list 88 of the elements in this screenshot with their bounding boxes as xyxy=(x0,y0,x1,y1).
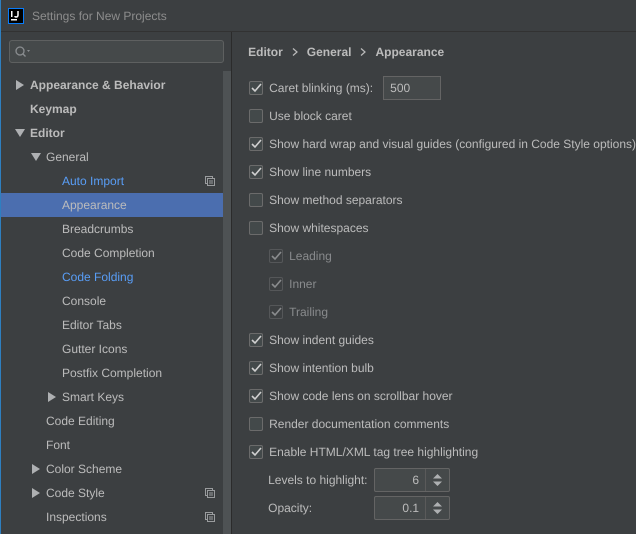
checkbox-label: Inner xyxy=(289,277,316,291)
tree-item[interactable]: Postfix Completion xyxy=(1,361,224,385)
checkbox[interactable] xyxy=(249,417,264,431)
tree-item[interactable]: Smart Keys xyxy=(1,385,224,409)
tree-item[interactable]: Keymap xyxy=(1,97,224,121)
checkbox-label: Show hard wrap and visual guides (configured in Code Style options) xyxy=(269,137,636,151)
checkbox-label: Show intention bulb xyxy=(269,361,374,375)
tree-item[interactable]: Editor Tabs xyxy=(1,313,224,337)
checkbox[interactable] xyxy=(249,221,264,235)
search-icon xyxy=(15,46,31,58)
tree-item[interactable]: Gutter Icons xyxy=(1,337,224,361)
tree-item[interactable]: Font xyxy=(1,433,224,457)
checkbox-label: Show line numbers xyxy=(269,165,372,179)
checkbox-label: Use block caret xyxy=(269,109,352,123)
tree-item[interactable]: Inspections xyxy=(1,505,224,529)
expanded-arrow-icon[interactable] xyxy=(31,152,41,162)
checkbox[interactable] xyxy=(249,165,264,179)
checkbox-label: Enable HTML/XML tag tree highlighting xyxy=(269,445,478,459)
tree-label: Code Folding xyxy=(62,270,134,284)
tree-item[interactable]: Appearance & Behavior xyxy=(1,73,224,97)
checkbox-label: Show whitespaces xyxy=(269,221,368,235)
tree-item[interactable]: Code Editing xyxy=(1,409,224,433)
number-spinner[interactable]: 6 xyxy=(374,468,450,492)
tree-label: Postfix Completion xyxy=(62,366,164,380)
tree-label: Code Editing xyxy=(46,414,116,428)
copy-icon xyxy=(205,488,216,498)
checkbox[interactable] xyxy=(249,445,264,459)
spinner-label: Opacity: xyxy=(268,501,314,515)
breadcrumb-item[interactable]: Appearance xyxy=(375,45,444,59)
checkbox[interactable] xyxy=(249,361,264,375)
breadcrumb-item[interactable]: General xyxy=(306,45,352,59)
tree-item[interactable]: Color Scheme xyxy=(1,457,224,481)
checkbox[interactable] xyxy=(249,137,264,151)
chevron-icon xyxy=(360,48,366,56)
copy-icon xyxy=(205,512,216,522)
checkbox-label: Leading xyxy=(289,249,332,263)
checkbox-label: Show method separators xyxy=(269,193,403,207)
tree-label: Keymap xyxy=(30,102,78,116)
tree-label: Breadcrumbs xyxy=(62,222,134,236)
tree-label: Console xyxy=(62,294,108,308)
tree-label: Inspections xyxy=(46,510,108,524)
breadcrumb-item[interactable]: Editor xyxy=(248,45,283,59)
up-down-arrows-icon[interactable] xyxy=(433,473,442,487)
checkbox-label: Render documentation comments xyxy=(269,417,450,431)
tree-item[interactable]: Console xyxy=(1,289,224,313)
tree-label: Code Style xyxy=(46,486,106,500)
tree-label: Smart Keys xyxy=(62,390,126,404)
search-field[interactable] xyxy=(9,40,224,63)
tree-label: Color Scheme xyxy=(46,462,124,476)
checkbox[interactable] xyxy=(249,193,264,207)
spinner-label: Levels to highlight: xyxy=(268,473,368,487)
tree-label: Auto Import xyxy=(62,174,126,188)
tree-label: Gutter Icons xyxy=(62,342,128,356)
checkbox-label: Caret blinking (ms): xyxy=(269,81,374,95)
tree-label: Appearance & Behavior xyxy=(30,78,166,92)
tree-label: Editor Tabs xyxy=(62,318,123,332)
tree-item[interactable]: Code Completion xyxy=(1,241,224,265)
collapsed-arrow-icon[interactable] xyxy=(31,464,41,474)
expanded-arrow-icon[interactable] xyxy=(15,128,25,138)
tree-item[interactable]: Auto Import xyxy=(1,169,224,193)
tree-label: Code Completion xyxy=(62,246,156,260)
checkbox[interactable] xyxy=(249,109,264,123)
collapsed-arrow-icon[interactable] xyxy=(15,80,25,90)
app-logo-icon xyxy=(8,8,24,24)
tree-label: Appearance xyxy=(62,198,128,212)
copy-icon xyxy=(205,176,216,186)
tree-item[interactable]: Editor xyxy=(1,121,224,145)
collapsed-arrow-icon[interactable] xyxy=(47,392,57,402)
tree-label: Font xyxy=(46,438,72,452)
window-title: Settings for New Projects xyxy=(32,8,167,22)
number-spinner[interactable]: 0.1 xyxy=(374,496,450,520)
scrollbar[interactable] xyxy=(223,71,232,534)
tree-label: General xyxy=(46,150,90,164)
tree-item[interactable]: Code Style xyxy=(1,481,224,505)
checkbox-label: Show indent guides xyxy=(269,333,374,347)
tree-item[interactable]: General xyxy=(1,145,224,169)
tree-item[interactable]: Code Folding xyxy=(1,265,224,289)
checkbox[interactable] xyxy=(249,389,264,403)
caret-blink-field[interactable]: 500 xyxy=(383,76,442,100)
checkbox-label: Trailing xyxy=(289,305,328,319)
tree-label: Editor xyxy=(30,126,66,140)
checkbox[interactable] xyxy=(249,81,264,95)
checkbox-label: Show code lens on scrollbar hover xyxy=(269,389,453,403)
collapsed-arrow-icon[interactable] xyxy=(31,488,41,498)
up-down-arrows-icon[interactable] xyxy=(433,501,442,515)
checkbox[interactable] xyxy=(249,333,264,347)
chevron-icon xyxy=(292,48,298,56)
tree-item[interactable]: Breadcrumbs xyxy=(1,217,224,241)
